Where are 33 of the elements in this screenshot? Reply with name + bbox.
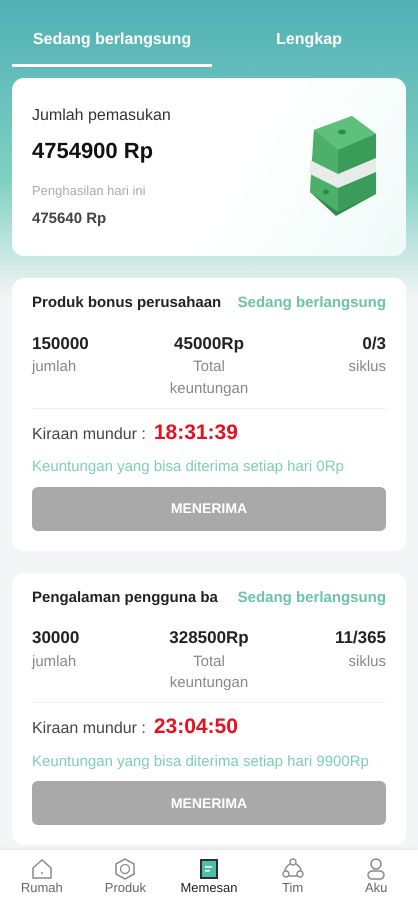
today-label: Penghasilan hari ini [32,182,146,200]
total-amount: 4754900 Rp [32,136,154,165]
countdown-timer: 23:04:50 [154,714,238,740]
profit-value: 328500Rp [168,627,250,649]
order-status: Sedang berlangsung [238,293,386,313]
countdown-label: Kiraan mundur : [32,424,146,444]
countdown-timer: 18:31:39 [154,420,238,446]
cycle-value: 0/3 [361,332,386,354]
home-icon [30,856,54,881]
amount-value: 30000 [32,627,80,649]
profit-value: 45000Rp [173,332,245,354]
nav-tab[interactable]: Aku [334,850,418,900]
cycle-label: siklus [347,357,386,377]
profit-label: Total keuntungan [168,357,250,399]
amount-label: jumlah [32,357,78,377]
cycle-label: siklus [347,652,386,672]
product-title: Produk bonus perusahaan [32,293,222,313]
nav-tab[interactable]: Tim [250,850,334,900]
order-status: Sedang berlangsung [238,588,386,608]
daily-profit-text: Keuntungan yang bisa diterima setiap hari 9900Rp [32,752,370,772]
profit-label: Total keuntungan [168,652,250,694]
amount-value: 150000 [32,332,90,354]
today-amount: 475640 Rp [32,209,108,229]
cycle-value: 11/365 [334,627,386,649]
summary-title: Jumlah pemasukan [32,106,171,126]
hexagon-icon [113,856,138,881]
nav-tab[interactable]: Rumah [0,850,84,900]
countdown-label: Kiraan mundur : [32,719,146,739]
nav-tab[interactable]: Produk [84,850,168,900]
amount-label: jumlah [32,652,78,672]
daily-profit-text: Keuntungan yang bisa diterima setiap hari 0Rp [32,457,345,477]
nav-tab[interactable]: Memesan [167,850,251,900]
product-title: Pengalaman pengguna ba [32,588,218,608]
